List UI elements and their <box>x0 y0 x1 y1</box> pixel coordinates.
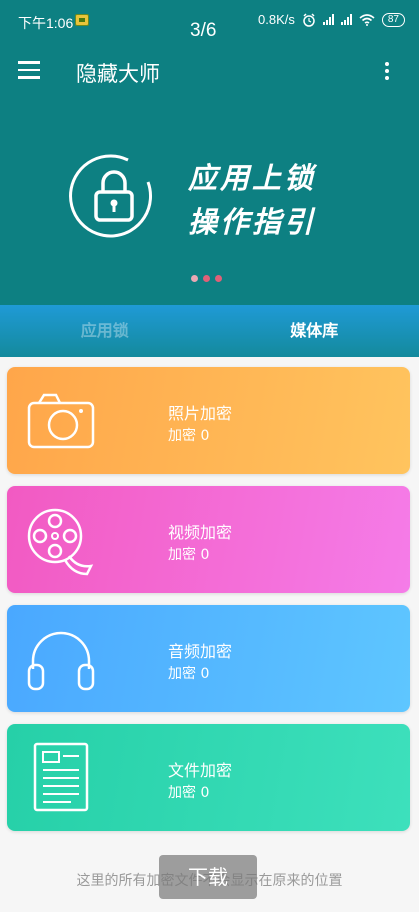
card-count: 加密 0 <box>168 666 210 682</box>
video-encrypt-card[interactable]: 视频加密 加密 0 <box>7 486 410 593</box>
card-count: 加密 0 <box>168 428 210 444</box>
camera-icon <box>27 393 95 449</box>
page-dot <box>203 275 210 282</box>
page-dot <box>215 275 222 282</box>
tab-media-library[interactable]: 媒体库 <box>210 305 419 357</box>
header-area: 下午1:06 3/6 0.8K/s 87 隐藏大师 应用上锁 操作指引 <box>0 0 419 305</box>
card-title: 视频加密 <box>168 523 233 542</box>
signal-hd-icon <box>322 14 334 25</box>
guide-banner[interactable]: 应用上锁 操作指引 <box>0 100 419 305</box>
signal-icon <box>340 14 352 25</box>
image-counter: 3/6 <box>190 20 217 41</box>
page-dot <box>191 275 198 282</box>
alarm-icon <box>303 12 315 27</box>
app-root: 下午1:06 3/6 0.8K/s 87 隐藏大师 应用上锁 操作指引 应用锁 … <box>0 0 419 912</box>
banner-line-2: 操作指引 <box>188 205 317 239</box>
status-time: 下午1:06 <box>18 15 74 31</box>
download-button[interactable]: 下载 <box>159 855 257 899</box>
hamburger-menu-icon[interactable] <box>18 61 40 79</box>
card-title: 文件加密 <box>168 761 233 780</box>
card-count: 加密 0 <box>168 547 210 563</box>
photo-encrypt-card[interactable]: 照片加密 加密 0 <box>7 367 410 474</box>
status-indicators: 0.8K/s 87 <box>258 12 405 27</box>
file-encrypt-card[interactable]: 文件加密 加密 0 <box>7 724 410 831</box>
headphones-icon <box>27 631 95 691</box>
document-icon <box>33 742 89 812</box>
media-card-list: 照片加密 加密 0 视频加密 加密 0 音频加密 加密 0 文件加密 加密 0 <box>7 367 410 843</box>
film-reel-icon <box>27 508 94 576</box>
card-count: 加密 0 <box>168 785 210 801</box>
banner-line-1: 应用上锁 <box>188 161 317 195</box>
network-speed: 0.8K/s <box>258 12 295 27</box>
app-bar: 隐藏大师 <box>0 42 419 100</box>
more-vertical-icon[interactable] <box>385 62 391 80</box>
audio-encrypt-card[interactable]: 音频加密 加密 0 <box>7 605 410 712</box>
page-indicator <box>191 275 222 282</box>
banner-text: 应用上锁 操作指引 <box>188 156 316 244</box>
app-title: 隐藏大师 <box>76 62 160 86</box>
notification-app-icon <box>75 14 89 26</box>
lock-icon <box>69 154 152 238</box>
card-title: 照片加密 <box>168 404 233 423</box>
status-bar: 下午1:06 3/6 0.8K/s 87 <box>0 0 419 42</box>
tab-bar: 应用锁 媒体库 <box>0 305 419 357</box>
tab-app-lock[interactable]: 应用锁 <box>0 305 210 357</box>
battery-icon: 87 <box>381 12 405 27</box>
card-title: 音频加密 <box>168 642 233 661</box>
wifi-icon <box>359 13 375 26</box>
